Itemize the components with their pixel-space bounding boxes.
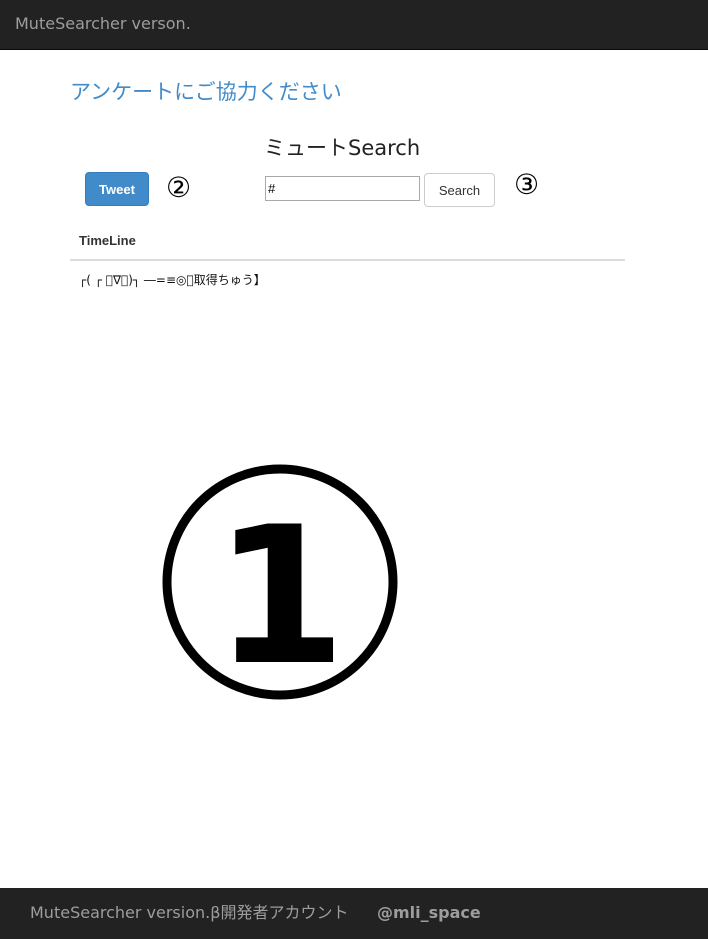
- annotation-marker-3: ③: [514, 168, 540, 201]
- footer-account-link[interactable]: @mli_space: [377, 903, 481, 923]
- annotation-marker-1: 1: [162, 464, 398, 702]
- annotation-marker-2: ②: [166, 171, 192, 204]
- search-button[interactable]: Search: [424, 173, 495, 207]
- search-input[interactable]: [265, 176, 420, 201]
- tweet-button[interactable]: Tweet: [85, 172, 149, 206]
- mute-search-title: ミュートSearch: [264, 136, 421, 160]
- footer-version-text[interactable]: MuteSearcher version.β開発者アカウント: [30, 903, 348, 923]
- annotation-marker-1-digit: 1: [214, 486, 346, 702]
- timeline-header: TimeLine: [79, 233, 136, 248]
- timeline-divider: [70, 259, 625, 261]
- timeline-status-row: ┌( ┌ ﾟ∇ﾟ)┐ ―=≡◎【取得ちゅう】: [79, 273, 266, 287]
- navbar-brand[interactable]: MuteSearcher verson.: [15, 14, 191, 34]
- survey-link[interactable]: アンケートにご協力ください: [70, 78, 342, 106]
